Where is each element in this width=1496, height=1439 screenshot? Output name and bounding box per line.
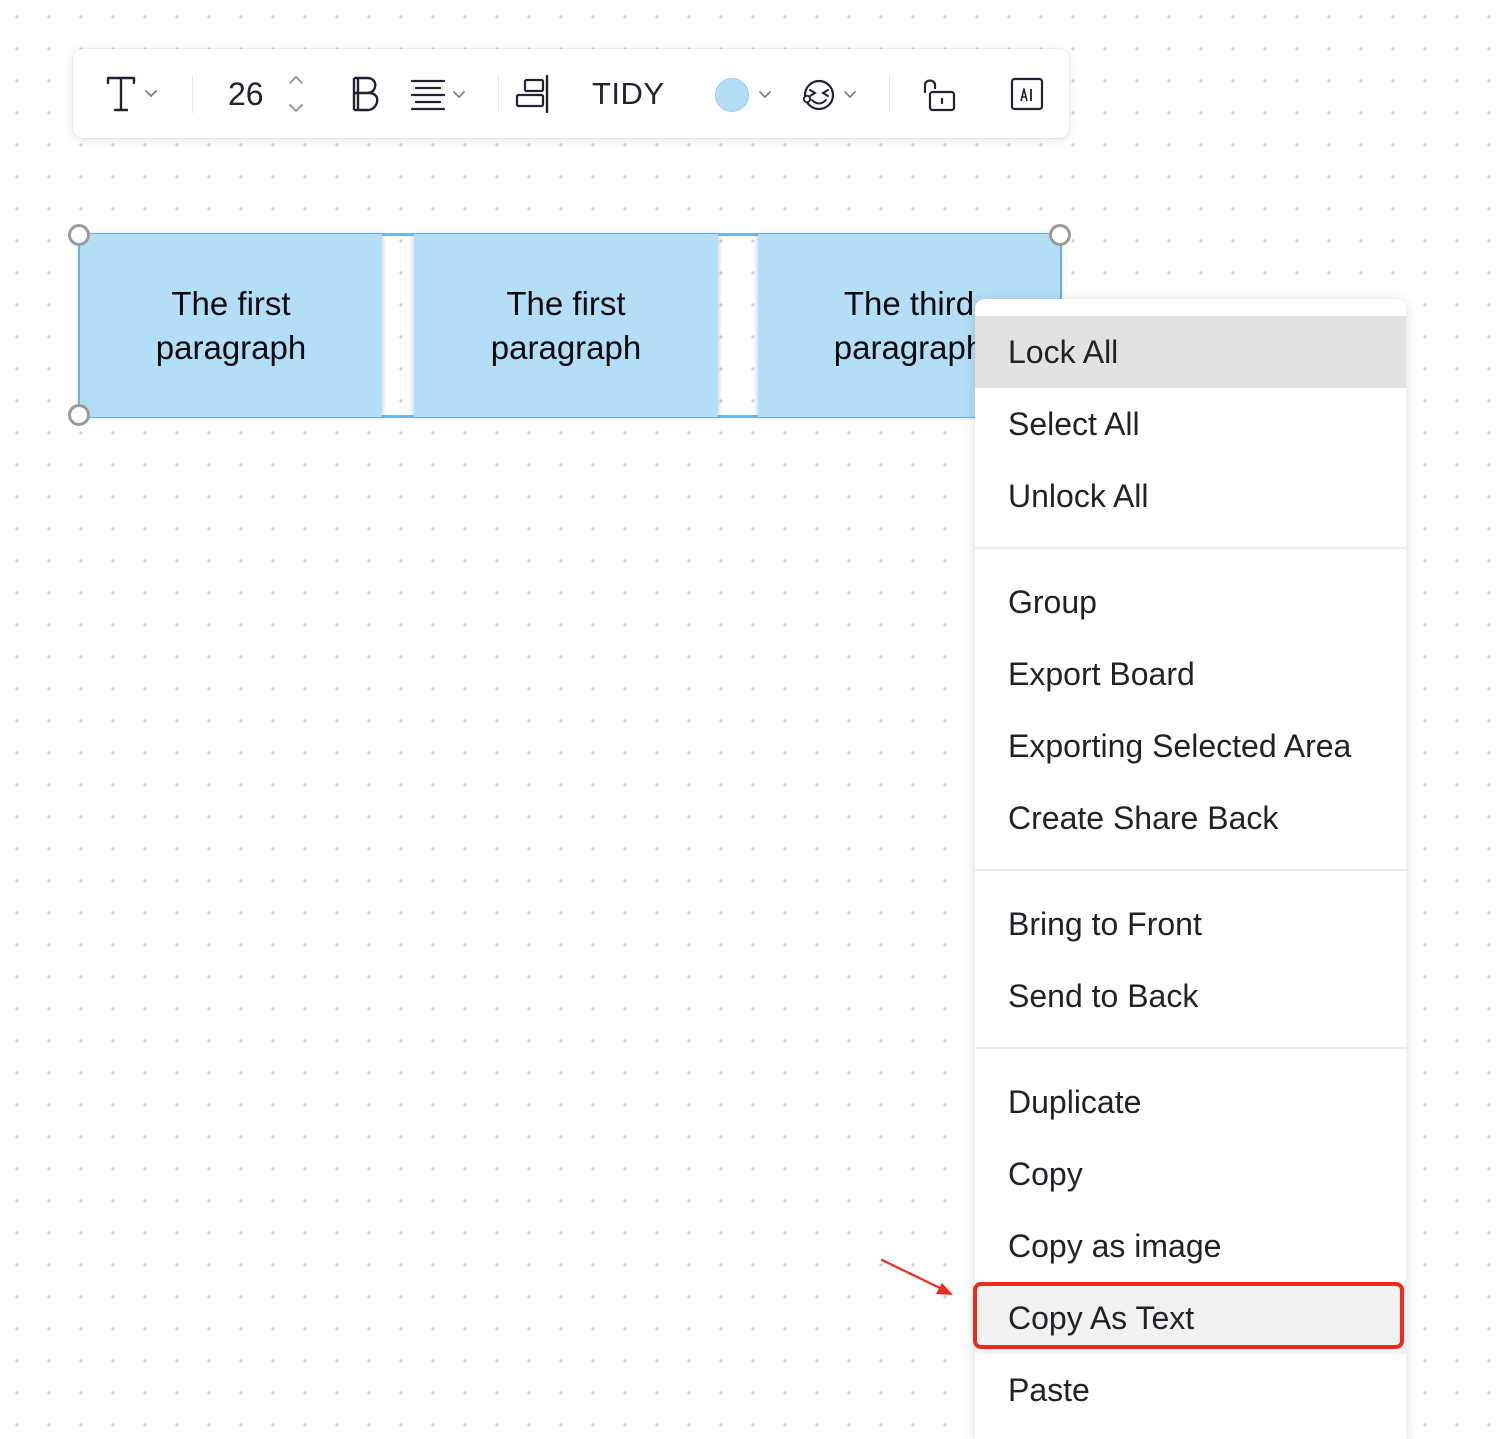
menu-item-copy-as-image[interactable]: Copy as image <box>975 1210 1406 1282</box>
lock-button[interactable] <box>917 73 961 117</box>
menu-item-copy[interactable]: Copy <box>975 1138 1406 1210</box>
font-size-stepper[interactable] <box>285 73 307 115</box>
chevron-up-down-icon <box>289 75 303 113</box>
menu-item-select-all[interactable]: Select All <box>975 388 1406 460</box>
card-text: The third paragraph <box>833 284 985 366</box>
menu-item-duplicate[interactable]: Duplicate <box>975 1066 1406 1138</box>
menu-item-send-to-back[interactable]: Send to Back <box>975 960 1406 1032</box>
bold-button[interactable] <box>343 73 385 115</box>
text-card[interactable]: The first paragraph <box>80 234 382 417</box>
text-card[interactable]: The first paragraph <box>414 234 718 417</box>
annotation-arrow-icon <box>880 1258 953 1295</box>
menu-divider <box>975 869 1406 871</box>
menu-item-bring-to-front[interactable]: Bring to Front <box>975 888 1406 960</box>
ai-icon <box>1010 77 1044 111</box>
text-t-icon <box>106 76 157 112</box>
annotation-highlight-box <box>973 1282 1404 1349</box>
ai-button[interactable] <box>1005 73 1049 117</box>
menu-divider <box>975 1047 1406 1049</box>
menu-item-export-selected-area[interactable]: Exporting Selected Area <box>975 710 1406 782</box>
tidy-button[interactable]: TIDY <box>592 71 665 117</box>
text-style-button[interactable] <box>101 71 163 117</box>
unlock-icon <box>923 79 956 112</box>
emoji-icon <box>802 79 856 111</box>
resize-handle-top-right[interactable] <box>1049 224 1071 246</box>
resize-handle-top-left[interactable] <box>68 224 90 246</box>
align-right-icon <box>515 74 549 114</box>
font-size-value[interactable]: 26 <box>228 71 264 117</box>
menu-item-export-board[interactable]: Export Board <box>975 638 1406 710</box>
card-text: The first paragraph <box>490 284 642 366</box>
menu-item-lock-all[interactable]: Lock All <box>975 316 1406 388</box>
card-text: The first paragraph <box>155 284 307 366</box>
resize-handle-bottom-left[interactable] <box>68 404 90 426</box>
chevron-down-icon <box>759 91 771 99</box>
menu-item-paste[interactable]: Paste <box>975 1354 1406 1426</box>
menu-item-group[interactable]: Group <box>975 566 1406 638</box>
toolbar-divider <box>889 75 890 113</box>
bold-icon <box>352 76 379 112</box>
layout-button[interactable] <box>511 73 553 115</box>
menu-item-unlock-all[interactable]: Unlock All <box>975 460 1406 532</box>
fill-color-swatch[interactable] <box>715 78 749 112</box>
menu-divider <box>975 547 1406 549</box>
context-menu: Lock All Select All Unlock All Group Exp… <box>975 299 1406 1439</box>
toolbar-divider <box>498 75 499 113</box>
align-center-icon <box>410 79 465 111</box>
menu-item-create-share-back[interactable]: Create Share Back <box>975 782 1406 854</box>
format-toolbar: 26 TIDY <box>73 49 1069 138</box>
emoji-button[interactable] <box>799 75 865 115</box>
fill-color-dropdown[interactable] <box>755 83 775 107</box>
text-align-button[interactable] <box>407 73 473 115</box>
toolbar-divider <box>192 75 193 113</box>
